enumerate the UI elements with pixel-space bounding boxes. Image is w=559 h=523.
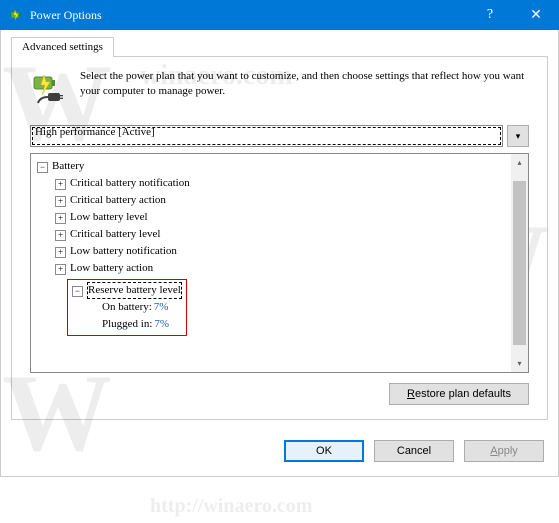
scroll-up-button[interactable]: ▴	[511, 154, 528, 171]
battery-plug-icon	[30, 69, 70, 109]
titlebar[interactable]: Power Options ? ✕	[0, 0, 559, 30]
expand-icon[interactable]: +	[55, 247, 66, 258]
tab-advanced-settings[interactable]: Advanced settings	[11, 37, 114, 57]
expand-icon[interactable]: +	[55, 230, 66, 241]
tree-label: Low battery notification	[70, 243, 177, 260]
window-body: Advanced settings Select the power plan …	[0, 30, 559, 477]
value-label: Plugged in:	[102, 316, 152, 333]
expand-icon[interactable]: +	[55, 264, 66, 275]
intro-text: Select the power plan that you want to c…	[80, 69, 529, 109]
expand-icon[interactable]: +	[55, 213, 66, 224]
ok-button[interactable]: OK	[284, 440, 364, 462]
tab-panel: Select the power plan that you want to c…	[11, 56, 548, 420]
tree-node-battery[interactable]: − Battery	[37, 158, 493, 175]
restore-defaults-button[interactable]: Restore plan defaults	[389, 383, 529, 405]
help-button[interactable]: ?	[467, 0, 513, 30]
tree-node[interactable]: + Critical battery action	[37, 192, 493, 209]
expand-icon[interactable]: +	[55, 179, 66, 190]
scroll-track[interactable]	[511, 171, 528, 355]
collapse-icon[interactable]: −	[72, 286, 83, 297]
apply-label: pply	[498, 445, 518, 457]
tree-label-selected: Reserve battery level	[87, 282, 182, 299]
dialog-buttons: OK Cancel Apply	[11, 430, 548, 466]
tree-label: Critical battery action	[70, 192, 166, 209]
highlighted-setting: − Reserve battery level On battery: 7% P…	[67, 279, 187, 336]
restore-label: estore plan defaults	[415, 388, 511, 400]
tree-node-reserve[interactable]: − Reserve battery level	[72, 282, 182, 299]
close-button[interactable]: ✕	[513, 0, 559, 30]
tree-node[interactable]: + Critical battery notification	[37, 175, 493, 192]
tree-value-plugged-in[interactable]: Plugged in: 7%	[72, 316, 182, 333]
power-options-window: Power Options ? ✕ Advanced settings	[0, 0, 559, 477]
tree-node[interactable]: + Critical battery level	[37, 226, 493, 243]
intro-section: Select the power plan that you want to c…	[30, 69, 529, 109]
tree-label: Battery	[52, 158, 84, 175]
power-plan-dropdown-button[interactable]: ▾	[507, 125, 529, 147]
power-plan-select[interactable]: High performance [Active]	[30, 125, 503, 147]
expand-icon[interactable]: +	[55, 196, 66, 207]
power-plan-row: High performance [Active] ▾	[30, 125, 529, 147]
window-title: Power Options	[30, 8, 467, 23]
tree-node[interactable]: + Low battery action	[37, 260, 493, 277]
cancel-button[interactable]: Cancel	[374, 440, 454, 462]
tree-label: Low battery action	[70, 260, 153, 277]
tree-label: Critical battery notification	[70, 175, 190, 192]
value: 7%	[154, 316, 169, 333]
chevron-down-icon: ▾	[516, 131, 521, 142]
tree-value-on-battery[interactable]: On battery: 7%	[72, 299, 182, 316]
value-label: On battery:	[102, 299, 152, 316]
power-icon	[8, 7, 24, 23]
value: 7%	[154, 299, 169, 316]
scrollbar[interactable]: ▴ ▾	[511, 154, 528, 372]
tree-label: Low battery level	[70, 209, 148, 226]
watermark-url-bottom: http://winaero.com	[150, 495, 312, 518]
tree-node[interactable]: + Low battery level	[37, 209, 493, 226]
collapse-icon[interactable]: −	[37, 162, 48, 173]
scroll-thumb[interactable]	[513, 181, 526, 345]
settings-tree: − Battery + Critical battery notificatio…	[30, 153, 529, 373]
tree-node[interactable]: + Low battery notification	[37, 243, 493, 260]
apply-button[interactable]: Apply	[464, 440, 544, 462]
tree-label: Critical battery level	[70, 226, 160, 243]
scroll-down-button[interactable]: ▾	[511, 355, 528, 372]
tab-strip: Advanced settings	[11, 36, 548, 56]
